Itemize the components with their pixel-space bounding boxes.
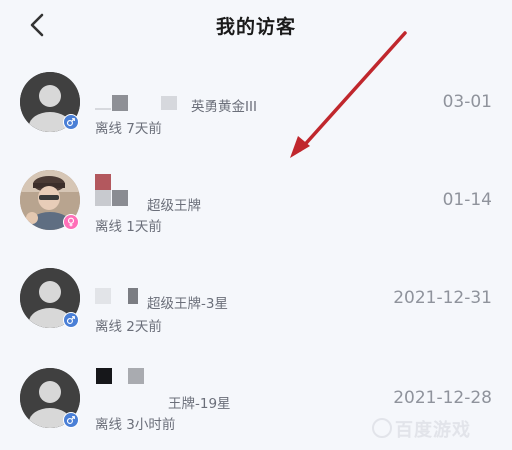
male-icon — [63, 114, 79, 130]
blurred-name — [128, 368, 144, 384]
blurred-name — [112, 95, 128, 111]
online-status: 离线 1天前 — [95, 219, 162, 235]
blurred-name — [128, 288, 138, 304]
blurred-name — [112, 190, 128, 206]
blurred-name — [95, 190, 111, 206]
page-title: 我的访客 — [215, 16, 296, 38]
male-icon — [63, 312, 79, 328]
blurred-name — [95, 108, 111, 110]
blurred-name — [95, 288, 111, 304]
female-icon — [63, 214, 79, 230]
visitor-item[interactable]: 英勇黄金III 离线 7天前 03-01 — [0, 52, 512, 152]
visitor-item[interactable]: 超级王牌-3星 离线 2天前 2021-12-31 — [0, 248, 512, 348]
level-label: 王牌-19星 — [168, 396, 231, 412]
blurred-name — [96, 368, 112, 384]
online-status: 离线 7天前 — [95, 121, 162, 137]
online-status: 离线 2天前 — [95, 319, 162, 335]
watermark: 百度游戏 — [395, 420, 471, 441]
level-label: 超级王牌-3星 — [147, 296, 228, 312]
header-bar: 我的访客 — [0, 0, 512, 50]
visitor-item[interactable]: 超级王牌 离线 1天前 01-14 — [0, 150, 512, 250]
visit-date: 2021-12-31 — [393, 288, 492, 308]
visit-date: 03-01 — [442, 92, 492, 112]
level-label: 英勇黄金III — [191, 99, 257, 115]
watermark-logo-icon — [372, 418, 392, 438]
visit-date: 01-14 — [442, 190, 492, 210]
visit-date: 2021-12-28 — [393, 388, 492, 408]
blurred-name — [161, 96, 177, 110]
blurred-name — [95, 174, 111, 190]
level-label: 超级王牌 — [147, 198, 201, 214]
online-status: 离线 3小时前 — [95, 417, 176, 433]
male-icon — [63, 412, 79, 428]
